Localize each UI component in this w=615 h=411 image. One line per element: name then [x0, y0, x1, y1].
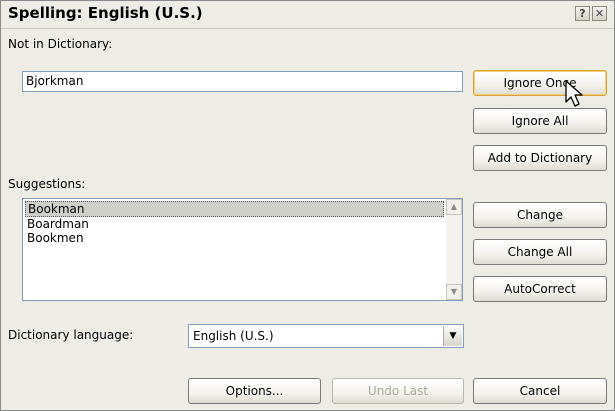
dropdown-arrow-icon[interactable]: ▼ [443, 326, 462, 346]
suggestions-label: Suggestions: [8, 177, 86, 191]
cancel-button[interactable]: Cancel [473, 378, 607, 404]
scroll-down-icon[interactable]: ▼ [446, 284, 462, 300]
list-item[interactable]: Boardman [25, 217, 444, 231]
dictionary-language-label: Dictionary language: [8, 328, 134, 342]
autocorrect-button[interactable]: AutoCorrect [473, 276, 607, 302]
arrow-pointer-icon [565, 80, 583, 107]
ignore-all-button[interactable]: Ignore All [473, 108, 607, 134]
change-button[interactable]: Change [473, 202, 607, 228]
not-in-dictionary-field[interactable]: Bjorkman [22, 71, 463, 92]
title-bar[interactable]: Spelling: English (U.S.) ? ✕ [1, 1, 614, 29]
close-icon[interactable]: ✕ [592, 6, 607, 21]
add-to-dictionary-button[interactable]: Add to Dictionary [473, 145, 607, 171]
scroll-up-icon[interactable]: ▲ [446, 199, 462, 215]
dictionary-language-select[interactable]: English (U.S.) ▼ [188, 324, 464, 348]
dictionary-language-value: English (U.S.) [193, 329, 274, 343]
spelling-dialog: Spelling: English (U.S.) ? ✕ Not in Dict… [0, 0, 615, 411]
options-button[interactable]: Options... [188, 378, 321, 404]
change-all-button[interactable]: Change All [473, 239, 607, 265]
help-icon[interactable]: ? [575, 6, 590, 21]
suggestions-scrollbar[interactable]: ▲ ▼ [446, 199, 462, 300]
suggestions-list[interactable]: Bookman Boardman Bookmen ▲ ▼ [22, 198, 463, 301]
list-item[interactable]: Bookman [25, 201, 444, 217]
undo-last-button: Undo Last [332, 378, 464, 404]
dialog-title: Spelling: English (U.S.) [8, 4, 203, 22]
not-in-dictionary-label: Not in Dictionary: [8, 37, 113, 51]
list-item[interactable]: Bookmen [25, 231, 444, 245]
